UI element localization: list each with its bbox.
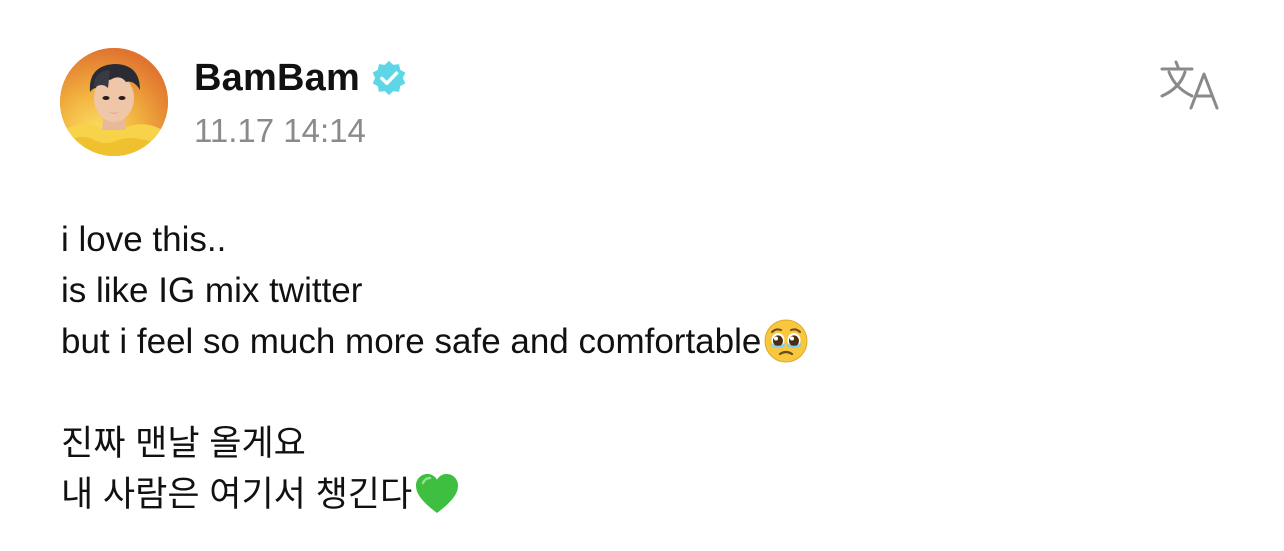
post-card: BamBam 11.17 14:14 i love this.. is like… bbox=[0, 0, 1284, 551]
post-line-4-blank bbox=[61, 367, 1221, 418]
post-line-3-text: but i feel so much more safe and comfort… bbox=[61, 322, 762, 361]
green-heart-emoji bbox=[414, 471, 460, 517]
post-line-1: i love this.. bbox=[61, 220, 227, 259]
avatar-image bbox=[60, 48, 168, 156]
post-line-2: is like IG mix twitter bbox=[61, 271, 363, 310]
post-timestamp: 11.17 14:14 bbox=[194, 112, 366, 149]
translate-icon bbox=[1160, 60, 1219, 110]
post-line-6: 내 사람은 여기서 챙긴다 bbox=[61, 469, 1221, 520]
author-row: BamBam bbox=[194, 52, 408, 104]
post-body: i love this.. is like IG mix twitter but… bbox=[61, 214, 1221, 520]
translate-button[interactable] bbox=[1158, 58, 1224, 110]
pleading-face-emoji bbox=[763, 318, 809, 364]
avatar[interactable] bbox=[60, 48, 168, 156]
post-header: BamBam 11.17 14:14 bbox=[60, 46, 1224, 158]
post-line-6-text: 내 사람은 여기서 챙긴다 bbox=[61, 475, 413, 514]
post-line-5: 진짜 맨날 올게요 bbox=[61, 424, 306, 463]
verified-badge-icon bbox=[370, 59, 408, 97]
post-line-3: but i feel so much more safe and comfort… bbox=[61, 316, 1221, 367]
author-name[interactable]: BamBam bbox=[194, 57, 360, 100]
